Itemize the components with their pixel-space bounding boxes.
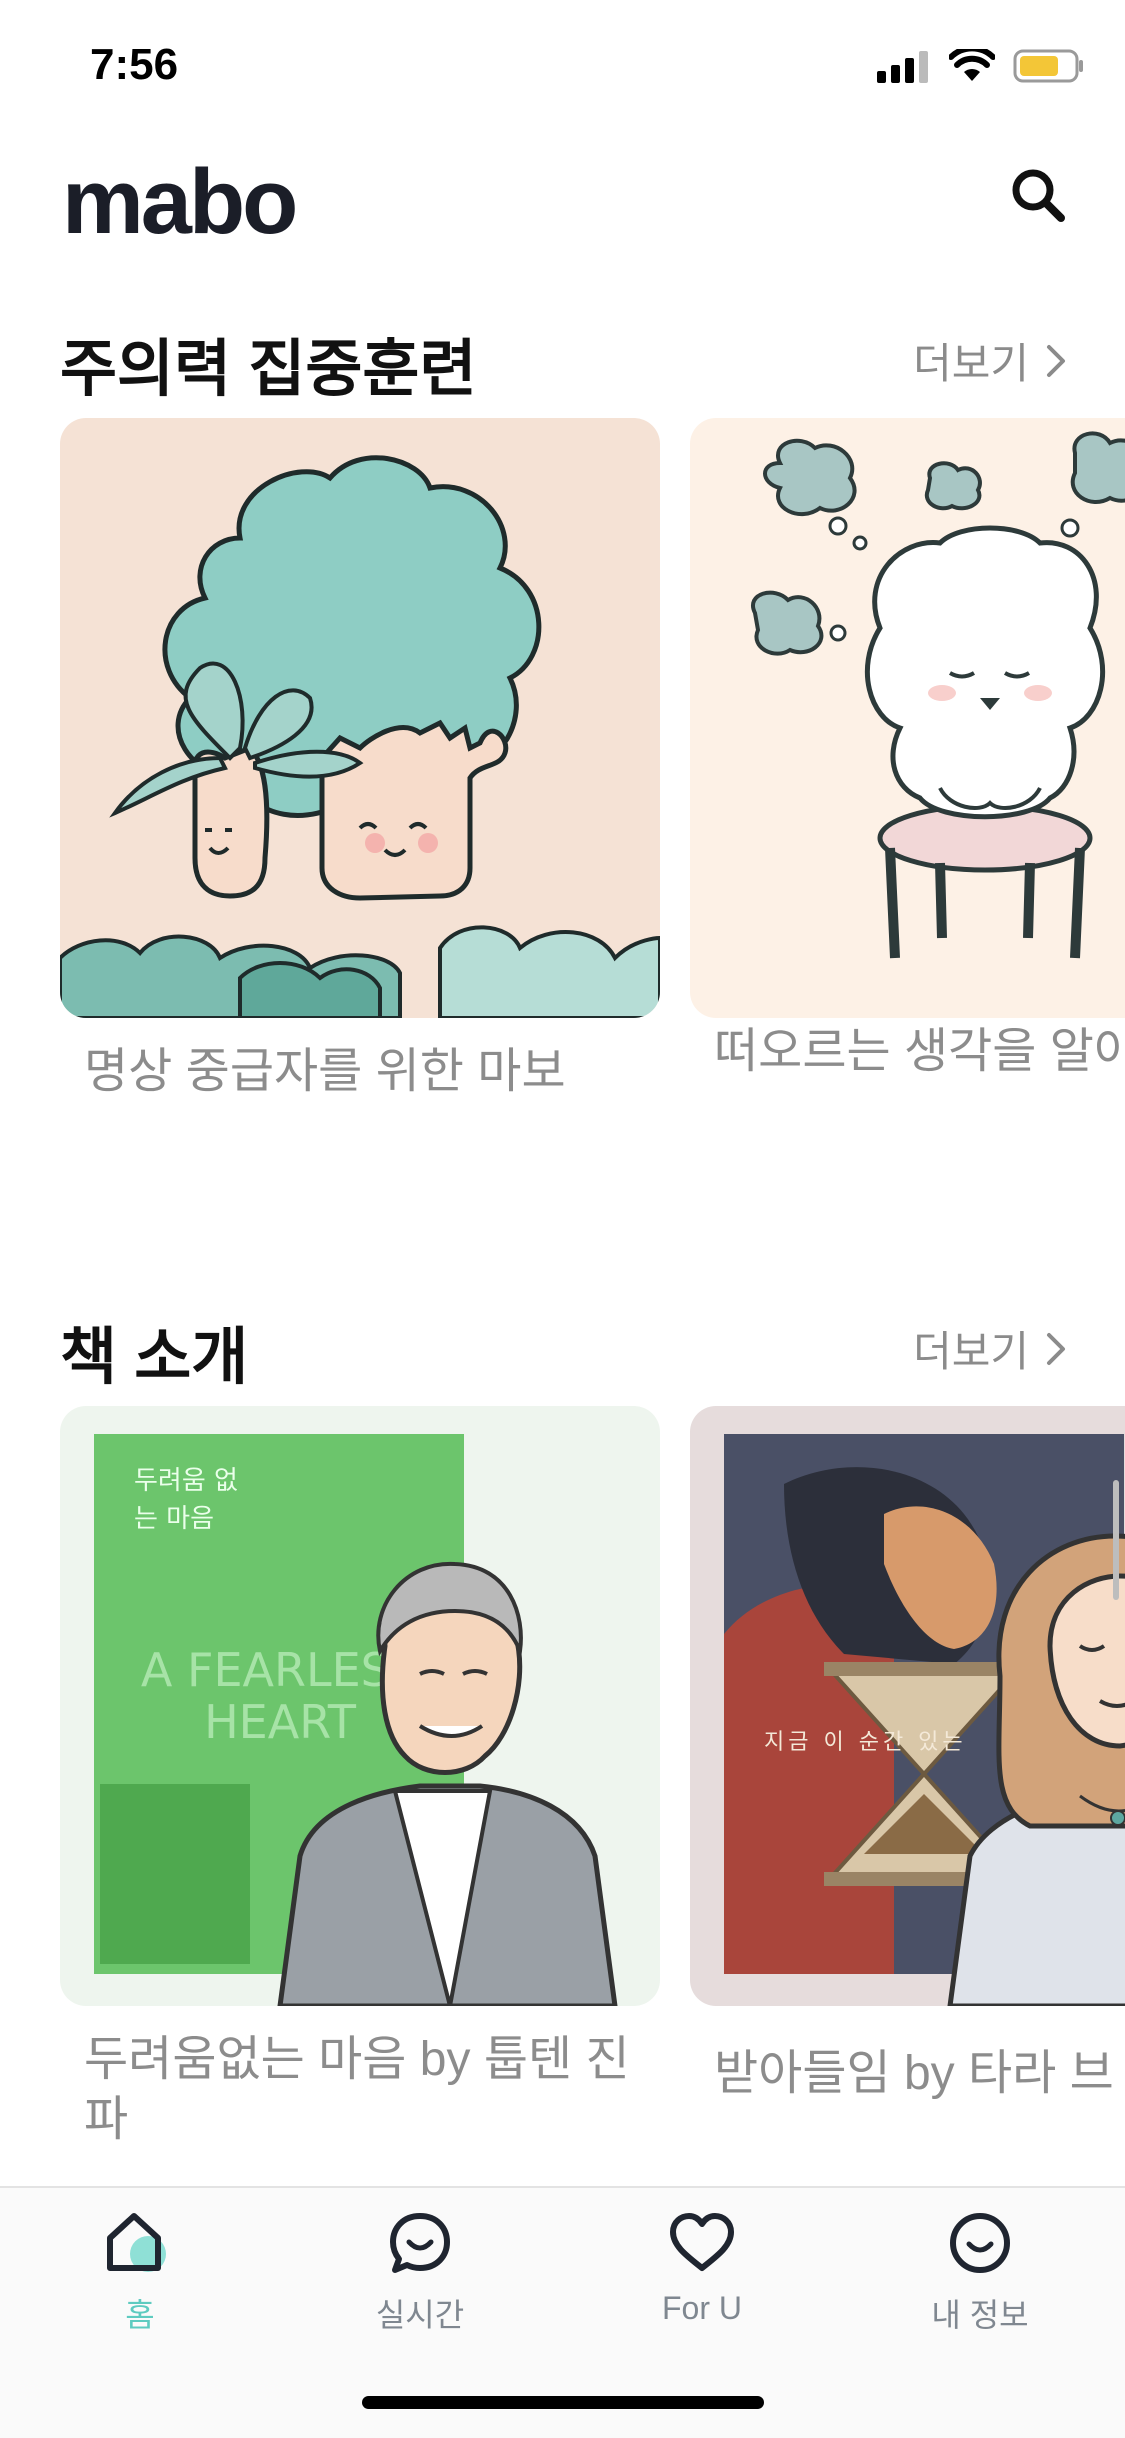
tab-live[interactable]: 실시간 <box>320 2210 520 2336</box>
tab-label: 내 정보 <box>931 2297 1029 2333</box>
status-icons <box>877 48 1085 84</box>
app-logo: mabo <box>62 151 298 253</box>
author-portrait-illustration <box>947 1533 1125 2006</box>
smile-icon <box>950 2213 1010 2273</box>
chat-smile-icon <box>390 2213 450 2273</box>
book-cover-illustration: 지금 이 순간 있는 <box>690 1406 1125 2006</box>
wifi-icon <box>949 49 995 81</box>
chevron-right-icon <box>1047 1332 1065 1365</box>
book-card[interactable]: 지금 이 순간 있는 받아들임 by 타라 브 <box>690 1406 1125 2104</box>
card-carousel[interactable]: 명상 중급자를 위한 마보 떠오르는 생각을 알아 <box>0 418 1125 1178</box>
scrollbar[interactable] <box>1113 1480 1119 1600</box>
card-carousel[interactable]: 두려움 없는 마음 A FEARLESS HEART 두려움없는 마음 by 툽… <box>0 1406 1125 2166</box>
more-link[interactable]: 더보기 <box>913 330 1067 391</box>
tab-my-info[interactable]: 내 정보 <box>880 2210 1080 2336</box>
home-indicator[interactable] <box>362 2396 764 2409</box>
card-title: 받아들임 by 타라 브 <box>714 2047 1114 2100</box>
card-illustration <box>690 418 1125 1018</box>
tab-home[interactable]: 홈 <box>40 2210 240 2336</box>
search-icon <box>1012 169 1065 222</box>
section-title: 책 소개 <box>60 1323 249 1392</box>
tab-label: For U <box>662 2290 742 2326</box>
content-card[interactable]: 명상 중급자를 위한 마보 <box>60 418 660 1102</box>
card-title: 떠오르는 생각을 알아차리기 <box>714 1025 1125 1078</box>
tab-label: 실시간 <box>375 2297 465 2333</box>
card-title: 명상 중급자를 위한 마보 <box>84 1045 566 1098</box>
content-card[interactable]: 떠오르는 생각을 알아차리기 <box>690 418 1125 1082</box>
heart-icon <box>670 2213 734 2271</box>
more-label: 더보기 <box>913 1327 1029 1376</box>
app-header: mabo <box>0 140 1125 270</box>
search-button[interactable] <box>1003 160 1073 230</box>
card-title: 두려움없는 마음 by 툽텐 진파 <box>84 2033 630 2146</box>
more-link[interactable]: 더보기 <box>913 1318 1067 1379</box>
chevron-right-icon <box>1047 344 1065 377</box>
tab-for-u[interactable]: For U <box>602 2210 802 2327</box>
meditating-dog-illustration <box>751 431 1125 959</box>
status-time: 7:56 <box>90 40 179 89</box>
tree-characters-illustration <box>60 455 660 1018</box>
author-portrait-illustration <box>277 1561 618 2006</box>
status-bar: 7:56 <box>0 0 1125 140</box>
signal-icon <box>877 51 928 83</box>
book-title-kr: 두려움 없는 마음 <box>134 1466 238 1534</box>
home-icon <box>107 2213 166 2272</box>
section-title: 주의력 집중훈련 <box>60 335 477 404</box>
tab-label: 홈 <box>125 2297 155 2333</box>
more-label: 더보기 <box>913 339 1029 388</box>
book-card[interactable]: 두려움 없는 마음 A FEARLESS HEART 두려움없는 마음 by 툽… <box>60 1406 660 2150</box>
battery-icon <box>1013 49 1083 83</box>
book-cover-illustration: 두려움 없는 마음 A FEARLESS HEART <box>60 1406 660 2006</box>
card-illustration <box>60 418 660 1018</box>
